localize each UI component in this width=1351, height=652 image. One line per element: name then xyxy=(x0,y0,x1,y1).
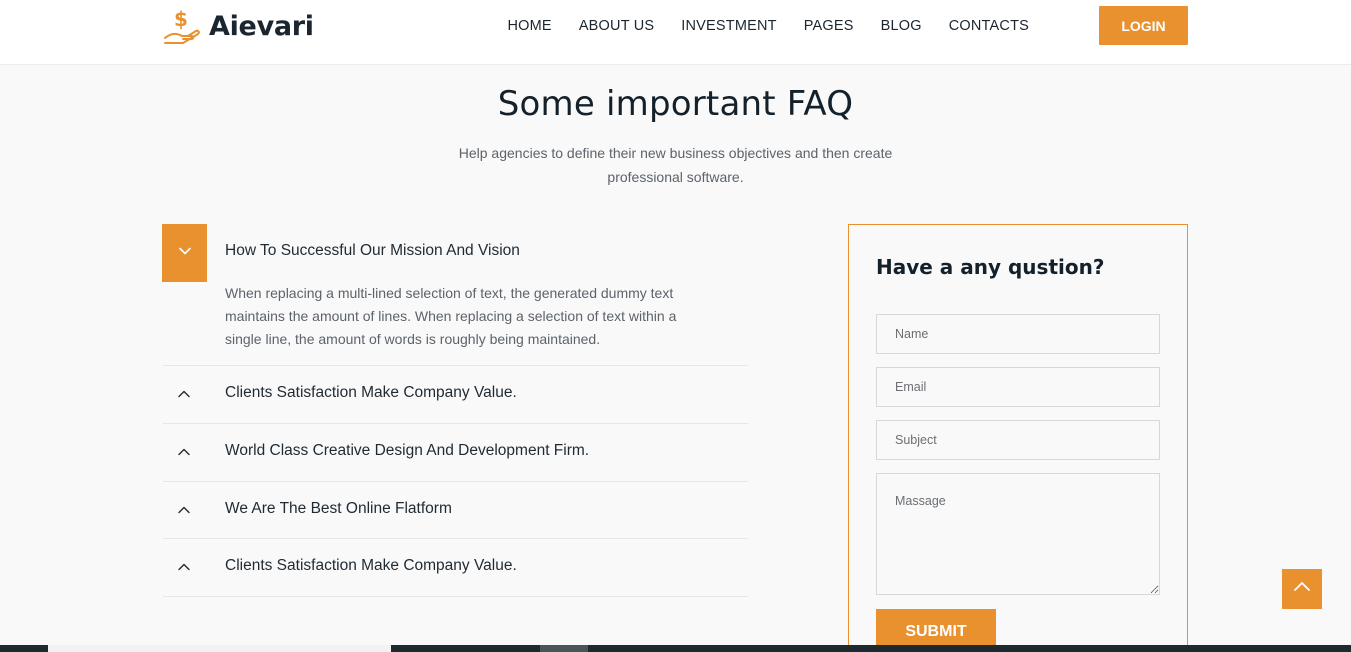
faq-subtitle-line-1: Help agencies to define their new busine… xyxy=(458,145,893,161)
site-header: $ Aievari HOME ABOUT US INVESTMENT PAGES… xyxy=(0,0,1351,65)
faq-item[interactable]: We Are The Best Online Flatform xyxy=(163,481,748,539)
faq-toggle-open[interactable] xyxy=(162,224,207,282)
chevron-up-icon xyxy=(176,386,192,402)
faq-item[interactable]: Clients Satisfaction Make Company Value. xyxy=(163,538,748,596)
taskbar-search-box[interactable] xyxy=(48,645,391,652)
chevron-down-icon xyxy=(177,243,193,264)
faq-question-1[interactable]: How To Successful Our Mission And Vision xyxy=(225,242,520,260)
faq-subtitle-line-2: professional software. xyxy=(607,169,744,185)
chevron-up-icon xyxy=(176,559,192,575)
brand-name: Aievari xyxy=(209,10,314,42)
faq-divider xyxy=(163,596,748,597)
arrow-up-icon xyxy=(1292,577,1312,602)
question-form: Have a any qustion? SUBMIT xyxy=(848,224,1188,652)
faq-item[interactable]: World Class Creative Design And Developm… xyxy=(163,423,748,481)
nav-pages[interactable]: PAGES xyxy=(790,16,867,36)
chevron-up-icon xyxy=(176,502,192,518)
login-button[interactable]: LOGIN xyxy=(1099,6,1188,45)
nav-about-us[interactable]: ABOUT US xyxy=(565,16,667,36)
name-field[interactable] xyxy=(876,314,1160,354)
faq-question-5: Clients Satisfaction Make Company Value. xyxy=(225,557,517,574)
faq-question-3: World Class Creative Design And Developm… xyxy=(225,442,590,459)
email-field[interactable] xyxy=(876,367,1160,407)
main-nav: HOME ABOUT US INVESTMENT PAGES BLOG CONT… xyxy=(494,16,1043,36)
taskbar-active-app[interactable] xyxy=(540,645,588,652)
faq-item[interactable]: Clients Satisfaction Make Company Value. xyxy=(163,365,748,423)
nav-investment[interactable]: INVESTMENT xyxy=(668,16,790,36)
subject-field[interactable] xyxy=(876,420,1160,460)
faq-title: Some important FAQ xyxy=(497,84,854,124)
message-field[interactable] xyxy=(876,473,1160,595)
nav-blog[interactable]: BLOG xyxy=(867,16,935,36)
form-title: Have a any qustion? xyxy=(876,255,1105,279)
chevron-up-icon xyxy=(176,444,192,460)
nav-contacts[interactable]: CONTACTS xyxy=(935,16,1042,36)
os-taskbar xyxy=(0,645,1351,652)
faq-question-2: Clients Satisfaction Make Company Value. xyxy=(225,384,517,401)
faq-subtitle: Help agencies to define their new busine… xyxy=(0,141,1351,189)
svg-text:$: $ xyxy=(174,7,188,31)
nav-home[interactable]: HOME xyxy=(494,16,565,36)
brand-logo[interactable]: $ Aievari xyxy=(163,4,314,48)
back-to-top-button[interactable] xyxy=(1282,569,1322,609)
faq-answer-1: When replacing a multi-lined selection o… xyxy=(225,285,677,347)
faq-question-4: We Are The Best Online Flatform xyxy=(225,500,452,517)
dollar-hand-icon: $ xyxy=(163,6,203,46)
